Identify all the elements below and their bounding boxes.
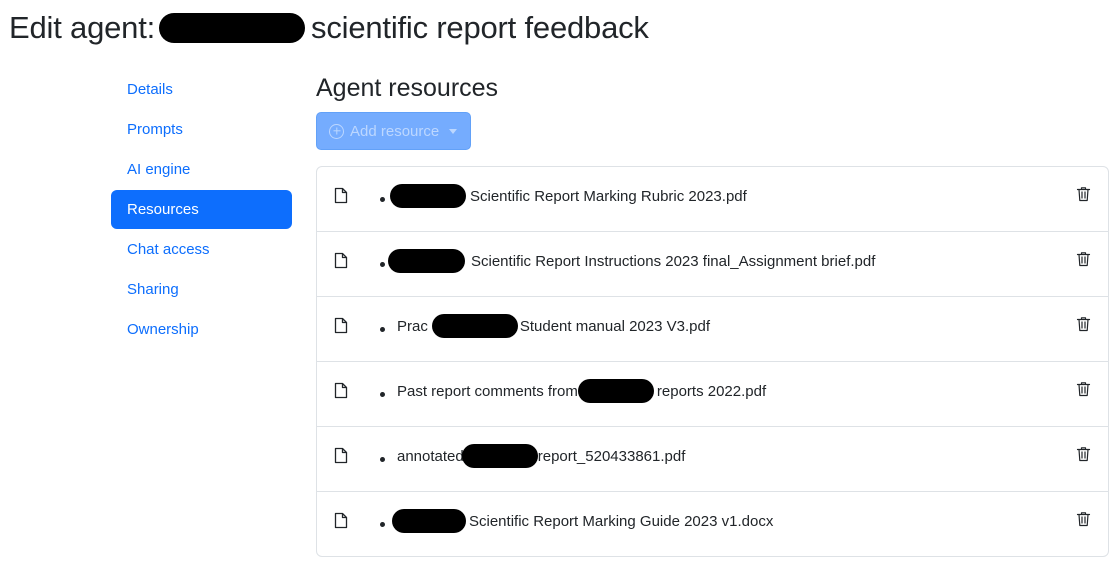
nav-item-resources[interactable]: Resources (111, 190, 292, 229)
page-title-suffix: scientific report feedback (311, 10, 649, 45)
add-resource-label: Add resource (350, 122, 440, 140)
resource-row: Scientific Report Marking Rubric 2023.pd… (317, 167, 1108, 232)
page-title: Edit agent: scientific report feedback (9, 6, 649, 50)
resource-name-text: Scientific Report Marking Guide 2023 v1.… (469, 512, 774, 530)
section-title: Agent resources (316, 74, 499, 102)
add-resource-button[interactable]: Add resource (316, 112, 471, 150)
resource-row: Past report comments from reports 2022.p… (317, 362, 1108, 427)
trash-icon[interactable] (1076, 446, 1091, 462)
resource-name[interactable]: Prac Student manual 2023 V3.pdf (397, 313, 710, 339)
caret-down-icon (449, 128, 458, 134)
resource-name[interactable]: Scientific Report Marking Guide 2023 v1.… (392, 508, 773, 534)
file-icon (334, 252, 348, 269)
resource-name[interactable]: Scientific Report Marking Rubric 2023.pd… (390, 183, 747, 209)
resource-row: annotated report_520433861.pdf (317, 427, 1108, 492)
resource-list: Scientific Report Marking Rubric 2023.pd… (316, 166, 1109, 557)
bullet (380, 327, 385, 332)
trash-icon[interactable] (1076, 381, 1091, 397)
bullet (380, 457, 385, 462)
plus-circle-icon (329, 123, 344, 139)
nav-item-sharing[interactable]: Sharing (111, 270, 292, 309)
file-icon (334, 382, 348, 399)
file-icon (334, 512, 348, 529)
bullet (380, 197, 385, 202)
agent-settings-nav: Details Prompts AI engine Resources Chat… (111, 70, 292, 350)
bullet (380, 522, 385, 527)
redaction-mark (461, 444, 538, 468)
resource-name-text: Student manual 2023 V3.pdf (519, 317, 710, 335)
trash-icon[interactable] (1076, 251, 1091, 267)
redaction-mark (390, 184, 466, 208)
trash-icon[interactable] (1076, 511, 1091, 527)
nav-item-ai-engine[interactable]: AI engine (111, 150, 292, 189)
redaction-mark (388, 249, 465, 273)
nav-item-chat-access[interactable]: Chat access (111, 230, 292, 269)
resource-name-text: annotated (397, 447, 464, 465)
file-icon (334, 447, 348, 464)
resource-name[interactable]: Scientific Report Instructions 2023 fina… (388, 248, 875, 274)
resource-name-text: Past report comments from (397, 382, 578, 400)
resource-name[interactable]: annotated report_520433861.pdf (397, 443, 685, 469)
trash-icon[interactable] (1076, 316, 1091, 332)
redaction-mark (431, 314, 518, 338)
resource-row: Scientific Report Instructions 2023 fina… (317, 232, 1108, 297)
redaction-mark (577, 379, 654, 403)
file-icon (334, 317, 348, 334)
nav-item-ownership[interactable]: Ownership (111, 310, 292, 349)
resource-name-text: reports 2022.pdf (656, 382, 767, 400)
resource-row: Prac Student manual 2023 V3.pdf (317, 297, 1108, 362)
resource-name-text: Scientific Report Instructions 2023 fina… (471, 252, 876, 270)
resource-row: Scientific Report Marking Guide 2023 v1.… (317, 492, 1108, 556)
redaction-mark (392, 509, 466, 533)
file-icon (334, 187, 348, 204)
redaction-mark (159, 13, 306, 43)
nav-item-prompts[interactable]: Prompts (111, 110, 292, 149)
resource-name[interactable]: Past report comments from reports 2022.p… (397, 378, 766, 404)
resource-name-text: report_520433861.pdf (537, 447, 686, 465)
resource-name-text: Scientific Report Marking Rubric 2023.pd… (470, 187, 747, 205)
nav-item-details[interactable]: Details (111, 70, 292, 109)
bullet (380, 262, 385, 267)
bullet (380, 392, 385, 397)
resource-name-text: Prac (397, 317, 428, 335)
page-title-prefix: Edit agent: (9, 10, 156, 45)
trash-icon[interactable] (1076, 186, 1091, 202)
